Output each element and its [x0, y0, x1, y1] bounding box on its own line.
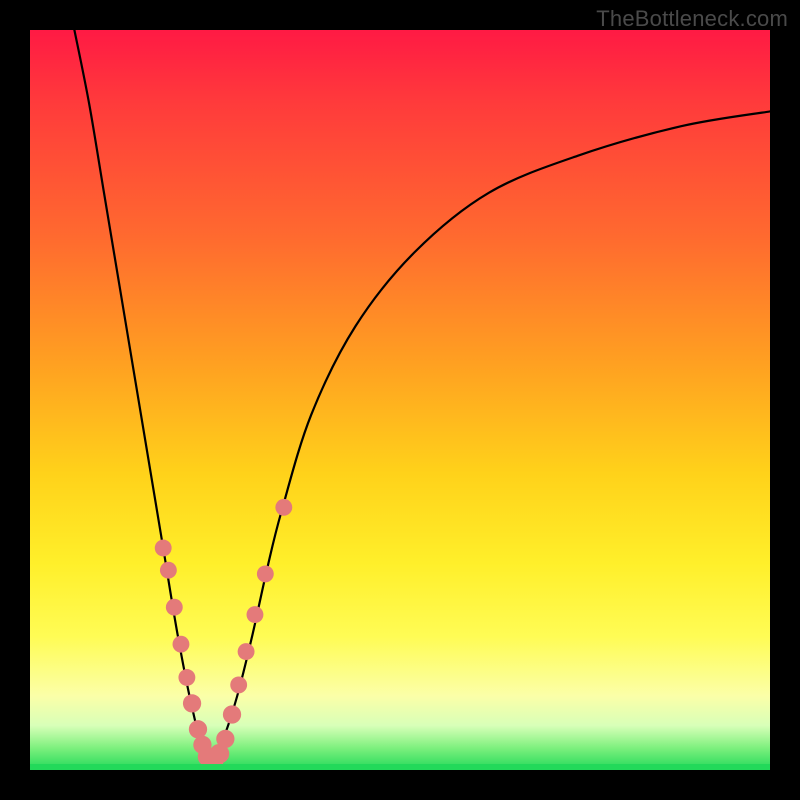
chart-frame: TheBottleneck.com: [0, 0, 800, 800]
bottleneck-curve: [74, 30, 770, 764]
marker-point: [155, 540, 172, 557]
marker-point: [257, 565, 274, 582]
marker-point: [178, 669, 195, 686]
marker-point: [166, 599, 183, 616]
highlight-markers: [155, 499, 293, 770]
marker-point: [238, 643, 255, 660]
marker-point: [216, 730, 234, 748]
marker-point: [230, 676, 247, 693]
marker-point: [189, 720, 207, 738]
marker-point: [247, 606, 264, 623]
watermark-text: TheBottleneck.com: [596, 6, 788, 32]
plot-area: [30, 30, 770, 770]
curve-layer: [30, 30, 770, 770]
marker-point: [160, 562, 177, 579]
baseline-strip: [30, 764, 770, 770]
marker-point: [173, 636, 190, 653]
marker-point: [183, 694, 201, 712]
marker-point: [275, 499, 292, 516]
marker-point: [223, 705, 241, 723]
